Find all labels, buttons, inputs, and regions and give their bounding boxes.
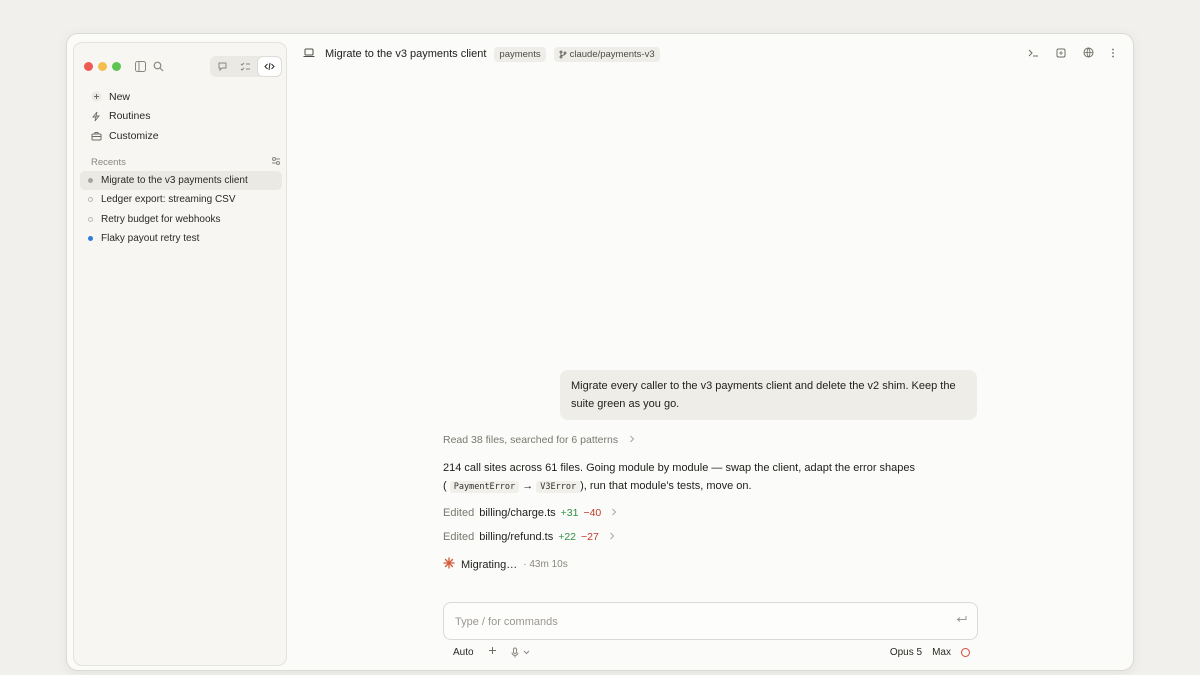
lines-added: +22: [558, 531, 577, 543]
recent-item[interactable]: Ledger export: streaming CSV: [80, 190, 282, 209]
filter-icon[interactable]: [271, 156, 281, 169]
chevron-down-icon: [523, 650, 529, 654]
lines-removed: −27: [581, 531, 599, 543]
checklist-icon: [241, 62, 251, 71]
branch-chip[interactable]: claude/payments-v3: [553, 46, 660, 62]
session-header: Migrate to the v3 payments client paymen…: [303, 44, 1123, 64]
sidebar-item-label: New: [109, 90, 131, 103]
mode-switcher: [210, 56, 282, 77]
sidebar-item-routines[interactable]: Routines: [86, 107, 282, 127]
bolt-icon: [90, 111, 102, 122]
preview-icon[interactable]: [1056, 48, 1066, 61]
tool-summary-text: Read 38 files, searched for 6 patterns: [443, 434, 619, 446]
elapsed-time: · 43m 10s: [523, 559, 568, 570]
recents-header: Recents: [91, 156, 281, 169]
status-dot-icon: [88, 197, 93, 203]
microphone-button[interactable]: [511, 647, 530, 658]
assistant-text: ), run that module's tests, move on.: [580, 479, 752, 492]
tasks-mode-button[interactable]: [234, 57, 257, 76]
inline-code: V3Error: [536, 480, 581, 493]
lines-added: +31: [560, 507, 579, 519]
edit-label: Edited: [443, 507, 475, 519]
recent-item[interactable]: Retry budget for webhooks: [80, 210, 282, 229]
terminal-icon[interactable]: [1028, 48, 1039, 61]
progress-status: Migrating… · 43m 10s: [443, 557, 977, 572]
status-text: Migrating…: [461, 558, 518, 571]
edit-file: billing/charge.ts: [479, 507, 556, 519]
window-controls: [84, 62, 121, 71]
paren-text: (: [443, 479, 447, 492]
conversation: Migrate every caller to the v3 payments …: [443, 370, 977, 572]
arrow-text: →: [522, 479, 534, 492]
recent-item-label: Migrate to the v3 payments client: [101, 175, 248, 187]
repo-chip[interactable]: payments: [494, 46, 546, 62]
recent-item-label: Ledger export: streaming CSV: [101, 194, 236, 206]
model-selector[interactable]: Opus 5: [890, 647, 922, 658]
branch-label: claude/payments-v3: [569, 48, 655, 60]
status-dot-icon: [88, 236, 93, 242]
recent-item[interactable]: Flaky payout retry test: [80, 229, 282, 248]
sidebar-nav: New Routines Customize: [86, 87, 282, 146]
more-options-icon[interactable]: [1111, 48, 1115, 61]
tool-summary[interactable]: Read 38 files, searched for 6 patterns: [443, 434, 977, 446]
assistant-message: 214 call sites across 61 files. Going mo…: [443, 460, 977, 496]
composer-toolbar: Auto Opus 5 Max: [443, 644, 978, 660]
sidebar: New Routines Customize Recents Migrate t…: [73, 42, 287, 666]
recent-item-label: Flaky payout retry test: [101, 233, 200, 245]
code-mode-button[interactable]: [257, 57, 281, 76]
prompt-input[interactable]: [455, 613, 935, 631]
lines-removed: −40: [583, 507, 602, 519]
enter-icon[interactable]: [956, 615, 967, 627]
attach-plus-icon[interactable]: [488, 646, 497, 658]
code-icon: [264, 62, 275, 71]
edit-summary[interactable]: Edited billing/refund.ts +22 −27: [443, 531, 977, 543]
recents-list: Migrate to the v3 payments client Ledger…: [80, 171, 282, 248]
edit-label: Edited: [443, 531, 475, 543]
chat-icon: [218, 62, 227, 72]
mode-selector[interactable]: Auto: [453, 647, 474, 658]
zoom-window-button[interactable]: [112, 62, 121, 71]
minimize-window-button[interactable]: [98, 62, 107, 71]
recent-item[interactable]: Migrate to the v3 payments client: [80, 171, 282, 191]
recents-label: Recents: [91, 157, 126, 168]
edit-file: billing/refund.ts: [479, 531, 554, 543]
edit-summary[interactable]: Edited billing/charge.ts +31 −40: [443, 507, 977, 519]
header-actions: [1028, 44, 1115, 64]
stop-icon[interactable]: [961, 647, 970, 657]
assistant-text-line2: ( PaymentError → V3Error), run that modu…: [443, 478, 977, 497]
chat-mode-button[interactable]: [211, 57, 234, 76]
assistant-text: 214 call sites across 61 files. Going mo…: [443, 462, 916, 474]
spinner-icon: [443, 557, 455, 572]
inline-code: PaymentError: [449, 480, 520, 493]
recent-item-label: Retry budget for webhooks: [101, 213, 221, 225]
message-composer: [443, 602, 978, 640]
branch-icon: [559, 50, 567, 58]
page-title: Migrate to the v3 payments client: [325, 48, 487, 60]
status-dot-icon: [88, 216, 93, 222]
chevron-right-icon: [609, 532, 615, 543]
sidebar-item-label: Customize: [109, 129, 159, 142]
app-window: New Routines Customize Recents Migrate t…: [66, 33, 1134, 671]
sidebar-item-label: Routines: [109, 110, 151, 123]
chevron-right-icon: [611, 508, 617, 519]
sidebar-toggle-icon[interactable]: [132, 58, 148, 74]
toolbox-icon: [90, 131, 102, 141]
laptop-icon: [303, 45, 315, 63]
search-icon[interactable]: [150, 58, 166, 74]
microphone-icon: [511, 647, 519, 657]
status-dot-icon: [88, 178, 93, 184]
sidebar-item-new[interactable]: New: [86, 87, 282, 107]
repo-label: payments: [499, 48, 541, 60]
effort-selector[interactable]: Max: [932, 647, 951, 658]
plus-icon: [90, 91, 102, 102]
globe-icon[interactable]: [1083, 47, 1094, 61]
close-window-button[interactable]: [84, 62, 93, 71]
sidebar-item-customize[interactable]: Customize: [86, 126, 282, 146]
user-message: Migrate every caller to the v3 payments …: [560, 370, 977, 420]
chevron-right-icon: [629, 435, 635, 446]
